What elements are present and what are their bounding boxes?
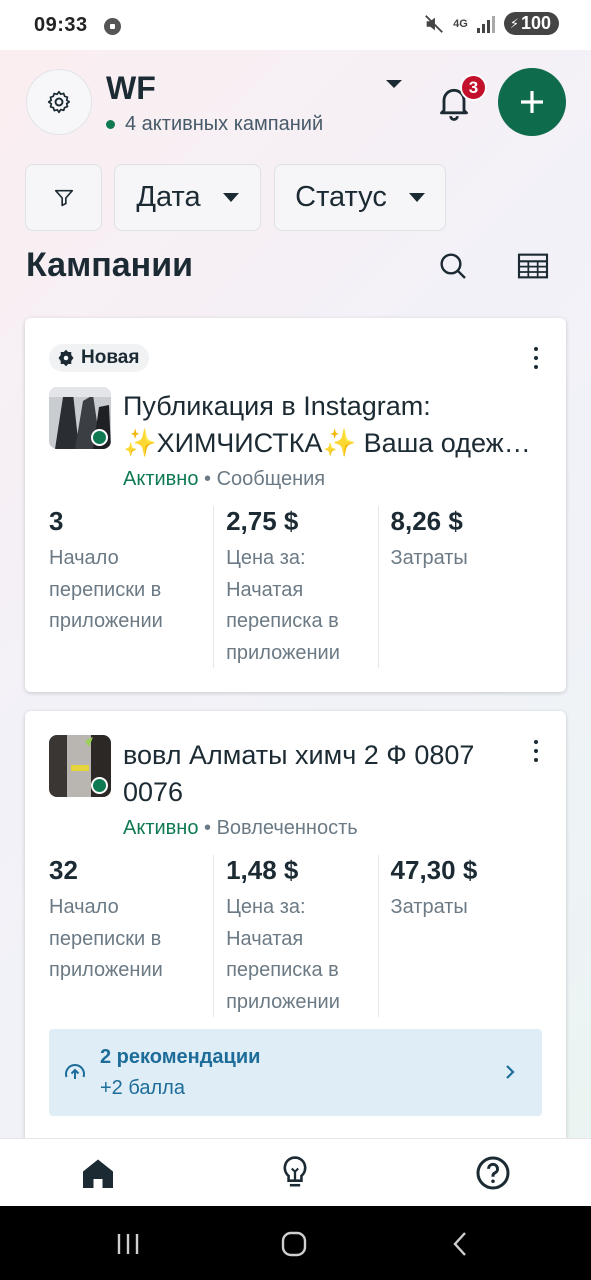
new-campaign-chip: Новая	[49, 344, 150, 372]
metric-results: 32 Начало переписки в приложении	[49, 855, 213, 1017]
more-options-icon[interactable]	[532, 740, 540, 762]
metric-results: 3 Начало переписки в приложении	[49, 506, 213, 668]
metric-cost-per-result: 1,48 $ Цена за: Начатая переписка в прил…	[213, 855, 377, 1017]
campaign-status: Активно	[123, 468, 199, 490]
recents-icon	[117, 1234, 139, 1254]
campaign-metrics: 32 Начало переписки в приложении 1,48 $ …	[49, 855, 542, 1017]
recommendations-score: +2 балла	[100, 1077, 185, 1099]
home-circle-icon	[281, 1231, 307, 1257]
system-nav-bar	[0, 1206, 591, 1280]
metric-label: Начало переписки в приложении	[49, 896, 163, 981]
recent-apps-button[interactable]	[112, 1228, 144, 1260]
signal-icon	[476, 15, 495, 33]
meta-separator: •	[204, 817, 217, 839]
metric-value: 8,26 $	[390, 506, 463, 536]
account-dropdown-icon[interactable]	[386, 80, 402, 88]
back-icon	[453, 1232, 466, 1256]
campaign-meta: Активно • Вовлеченность	[123, 817, 358, 840]
chip-label: Новая	[81, 347, 140, 368]
campaign-title: Публикация в Instagram: ✨ХИМЧИСТКА✨ Ваша…	[123, 391, 531, 458]
score-up-icon	[65, 1064, 85, 1079]
metric-label: Цена за: Начатая переписка в приложении	[226, 896, 340, 1013]
lightbulb-icon	[283, 1156, 307, 1187]
status-icons: 4G ⚡ 100	[423, 12, 559, 35]
status-filter-dropdown[interactable]: Статус	[274, 164, 446, 231]
search-icon	[440, 253, 466, 279]
table-view-button[interactable]	[513, 246, 553, 286]
nav-help[interactable]	[473, 1153, 513, 1193]
active-status-dot	[91, 777, 108, 794]
date-filter-label: Дата	[136, 181, 201, 213]
date-filter-dropdown[interactable]: Дата	[114, 164, 261, 231]
badge-star-icon	[58, 349, 74, 367]
metric-label: Начало переписки в приложении	[49, 547, 163, 632]
metric-value: 1,48 $	[226, 855, 299, 885]
meta-separator: •	[204, 468, 217, 490]
home-icon	[83, 1159, 113, 1188]
campaign-card[interactable]: вовл Алматы химч 2 Ф 0807 0076 Активно •…	[25, 711, 566, 1151]
metric-label: Цена за: Начатая переписка в приложении	[226, 547, 340, 664]
nav-home[interactable]	[78, 1153, 118, 1193]
metric-spend: 47,30 $ Затраты	[377, 855, 542, 1017]
chevron-right-icon	[506, 1065, 515, 1079]
plus-icon	[521, 91, 543, 113]
back-button[interactable]	[444, 1228, 476, 1260]
settings-button[interactable]	[26, 69, 92, 135]
notification-dot-icon	[104, 18, 121, 35]
notification-badge: 3	[460, 74, 487, 101]
bottom-nav	[0, 1138, 591, 1206]
account-status: 4 активных кампаний	[106, 113, 323, 136]
campaign-metrics: 3 Начало переписки в приложении 2,75 $ Ц…	[49, 506, 542, 668]
home-system-button[interactable]	[278, 1228, 310, 1260]
nav-recommendations[interactable]	[275, 1153, 315, 1193]
status-time: 09:33	[34, 14, 88, 36]
metric-label: Затраты	[390, 547, 468, 569]
metric-value: 47,30 $	[390, 855, 478, 885]
status-bar: 09:33 4G ⚡ 100	[0, 0, 591, 50]
campaign-card[interactable]: Новая Публикация в Instagram: ✨ХИМЧИСТКА…	[25, 318, 566, 692]
filter-button[interactable]	[25, 164, 102, 231]
campaign-title: вовл Алматы химч 2 Ф 0807 0076	[123, 740, 475, 807]
active-status-dot	[106, 120, 115, 129]
metric-value: 3	[49, 506, 64, 536]
campaign-objective: Сообщения	[216, 468, 326, 490]
filter-icon	[54, 189, 73, 206]
gear-icon	[47, 90, 71, 114]
metric-label: Затраты	[390, 896, 468, 918]
battery-level: 100	[520, 13, 551, 33]
help-icon	[476, 1156, 510, 1190]
active-campaigns-count: 4 активных кампаний	[125, 113, 324, 135]
network-type: 4G	[453, 17, 468, 30]
metric-value: 2,75 $	[226, 506, 299, 536]
metric-cost-per-result: 2,75 $ Цена за: Начатая переписка в прил…	[213, 506, 377, 668]
battery-icon: ⚡ 100	[503, 12, 559, 35]
recommendations-title: 2 рекомендации	[100, 1046, 261, 1068]
campaign-objective: Вовлеченность	[216, 817, 358, 839]
search-button[interactable]	[433, 246, 473, 286]
metric-spend: 8,26 $ Затраты	[377, 506, 542, 668]
recommendations-banner[interactable]: 2 рекомендации +2 балла	[49, 1029, 542, 1116]
metric-value: 32	[49, 855, 78, 885]
campaign-status: Активно	[123, 817, 199, 839]
table-icon	[517, 253, 549, 279]
status-filter-label: Статус	[295, 181, 387, 213]
mute-icon	[425, 14, 444, 33]
active-status-dot	[91, 429, 108, 446]
chevron-down-icon	[222, 193, 239, 202]
account-name[interactable]: WF	[106, 70, 156, 107]
create-campaign-button[interactable]	[498, 68, 566, 136]
campaign-meta: Активно • Сообщения	[123, 468, 325, 491]
page-title: Кампании	[26, 246, 194, 284]
chevron-down-icon	[408, 193, 425, 202]
more-options-icon[interactable]	[532, 347, 540, 369]
